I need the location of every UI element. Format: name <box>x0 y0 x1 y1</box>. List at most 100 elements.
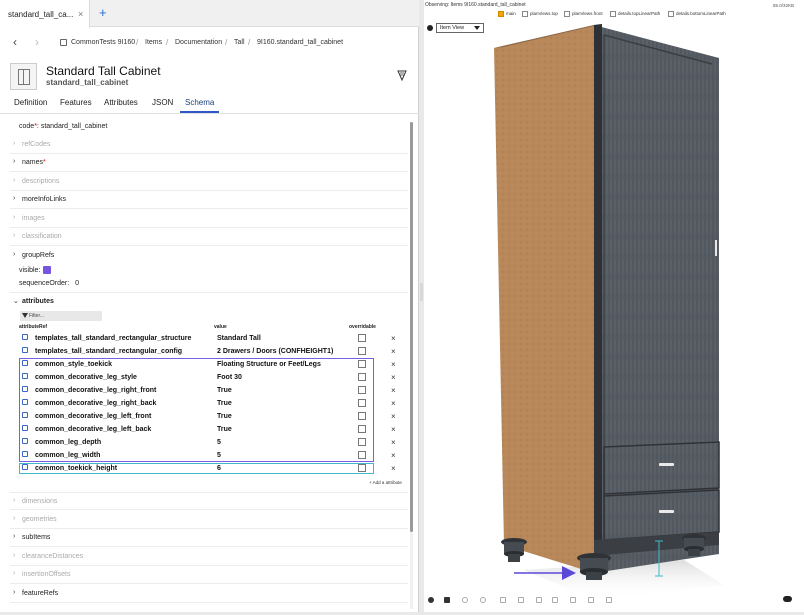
overridable-checkbox[interactable] <box>358 425 366 433</box>
editor-tabs: Definition Features Attributes JSON Sche… <box>0 96 419 113</box>
close-icon[interactable]: × <box>78 9 83 19</box>
chevron-right-icon: › <box>13 497 16 504</box>
target-icon[interactable] <box>552 597 558 603</box>
overridable-checkbox[interactable] <box>358 451 366 459</box>
panel-resize-handle[interactable] <box>420 283 423 301</box>
tab-attributes[interactable]: Attributes <box>104 98 138 107</box>
compass-icon[interactable] <box>462 597 468 603</box>
grid-icon[interactable] <box>444 597 450 603</box>
close-icon[interactable]: × <box>391 438 396 447</box>
palette-icon[interactable] <box>428 597 434 603</box>
filter-input[interactable]: Filter... <box>20 311 102 321</box>
cloud-icon[interactable] <box>783 596 792 602</box>
toggle-planviews-front[interactable]: planViews.front <box>564 9 603 18</box>
scrollbar-thumb[interactable] <box>410 122 413 532</box>
prop-refcodes[interactable]: › refCodes <box>10 136 408 154</box>
visible-checkbox[interactable] <box>43 266 52 274</box>
list-icon[interactable] <box>570 597 576 603</box>
prop-subitems[interactable]: › subItems <box>10 529 408 547</box>
chevron-right-icon: › <box>13 177 16 184</box>
link-icon[interactable] <box>22 451 28 457</box>
cube-icon[interactable] <box>396 69 408 81</box>
link-icon[interactable] <box>22 360 28 366</box>
close-icon[interactable]: × <box>391 464 396 473</box>
wand-icon[interactable] <box>518 597 524 603</box>
prop-dimensions[interactable]: › dimensions <box>10 492 408 510</box>
breadcrumb-item[interactable]: CommonTests 9I160 <box>71 39 135 46</box>
tab-json[interactable]: JSON <box>152 98 173 107</box>
breadcrumb-item[interactable]: Documentation <box>175 39 222 46</box>
overridable-checkbox[interactable] <box>358 412 366 420</box>
prop-attributes[interactable]: ⌄ attributes <box>10 292 408 310</box>
view-select[interactable]: Item View <box>436 23 484 33</box>
prop-images[interactable]: › images <box>10 210 408 228</box>
forward-arrow-icon[interactable]: › <box>35 35 39 49</box>
column-header-overridable: overridable <box>349 324 376 330</box>
close-icon[interactable]: × <box>391 399 396 408</box>
close-icon[interactable]: × <box>391 386 396 395</box>
toggle-details-toplinearpath[interactable]: details.topLinearPath <box>610 9 660 18</box>
close-icon[interactable]: × <box>391 360 396 369</box>
close-icon[interactable]: × <box>391 412 396 421</box>
layers-icon[interactable] <box>606 597 612 603</box>
close-icon[interactable]: × <box>391 425 396 434</box>
prop-featurerefs[interactable]: › featureRefs <box>10 585 408 603</box>
overridable-checkbox[interactable] <box>358 438 366 446</box>
overridable-checkbox[interactable] <box>358 334 366 342</box>
link-icon[interactable] <box>22 373 28 379</box>
tab-schema[interactable]: Schema <box>185 98 214 107</box>
tab-features[interactable]: Features <box>60 98 92 107</box>
link-icon[interactable] <box>22 412 28 418</box>
prop-moreinfolinks[interactable]: › moreInfoLinks <box>10 191 408 209</box>
link-icon[interactable] <box>22 464 28 470</box>
table-row: common_decorative_leg_left_back True × <box>19 424 409 437</box>
link-icon[interactable] <box>22 334 28 340</box>
breadcrumb-item[interactable]: Items <box>145 39 162 46</box>
prop-grouprefs[interactable]: › groupRefs <box>10 247 408 265</box>
prop-insertionoffsets[interactable]: › insertionOffsets <box>10 566 408 584</box>
tab-definition[interactable]: Definition <box>14 98 47 107</box>
back-arrow-icon[interactable]: ‹ <box>13 35 17 49</box>
breadcrumb-item[interactable]: Tall <box>234 39 245 46</box>
checkbox-icon <box>522 10 528 17</box>
overridable-checkbox[interactable] <box>358 360 366 368</box>
sphere-icon[interactable] <box>480 597 486 603</box>
prop-geometries[interactable]: › geometries <box>10 511 408 529</box>
toggle-planviews-top[interactable]: planViews.top <box>522 9 558 18</box>
close-icon[interactable]: × <box>391 334 396 343</box>
prop-descriptions[interactable]: › descriptions <box>10 173 408 191</box>
pencil-icon[interactable] <box>500 597 506 603</box>
prop-classification[interactable]: › classification <box>10 228 408 246</box>
door-handle <box>715 240 717 256</box>
overridable-checkbox[interactable] <box>358 399 366 407</box>
prop-clearancedistances[interactable]: › clearanceDistances <box>10 548 408 566</box>
link-icon[interactable] <box>22 386 28 392</box>
chevron-right-icon: › <box>13 533 16 540</box>
hierarchy-icon[interactable] <box>588 597 594 603</box>
new-tab-button[interactable]: + <box>99 5 107 20</box>
toggle-details-bottomlinearpath[interactable]: details.bottomLinearPath <box>668 9 726 18</box>
table-row: common_leg_width 5 × <box>19 450 409 463</box>
browser-tab[interactable]: standard_tall_ca... × <box>0 0 90 28</box>
link-icon[interactable] <box>22 425 28 431</box>
overridable-checkbox[interactable] <box>358 464 366 472</box>
link-icon[interactable] <box>22 438 28 444</box>
close-icon[interactable]: × <box>391 451 396 460</box>
crop-icon[interactable] <box>536 597 542 603</box>
code-field[interactable]: code*: standard_tall_cabinet <box>19 123 107 130</box>
close-icon[interactable]: × <box>391 373 396 382</box>
overridable-checkbox[interactable] <box>358 386 366 394</box>
toggle-main[interactable]: main <box>498 9 516 18</box>
item-code: standard_tall_cabinet <box>46 78 129 87</box>
overridable-checkbox[interactable] <box>358 347 366 355</box>
prop-names[interactable]: › names* <box>10 154 408 172</box>
page-title: Standard Tall Cabinet <box>46 64 161 78</box>
add-attribute-button[interactable]: + Add a attribute <box>369 480 402 485</box>
link-icon[interactable] <box>22 347 28 353</box>
overridable-checkbox[interactable] <box>358 373 366 381</box>
sequence-order-value[interactable]: 0 <box>75 280 79 287</box>
close-icon[interactable]: × <box>391 347 396 356</box>
link-icon[interactable] <box>22 399 28 405</box>
3d-viewport[interactable] <box>424 0 804 612</box>
chevron-down-icon <box>474 26 480 30</box>
